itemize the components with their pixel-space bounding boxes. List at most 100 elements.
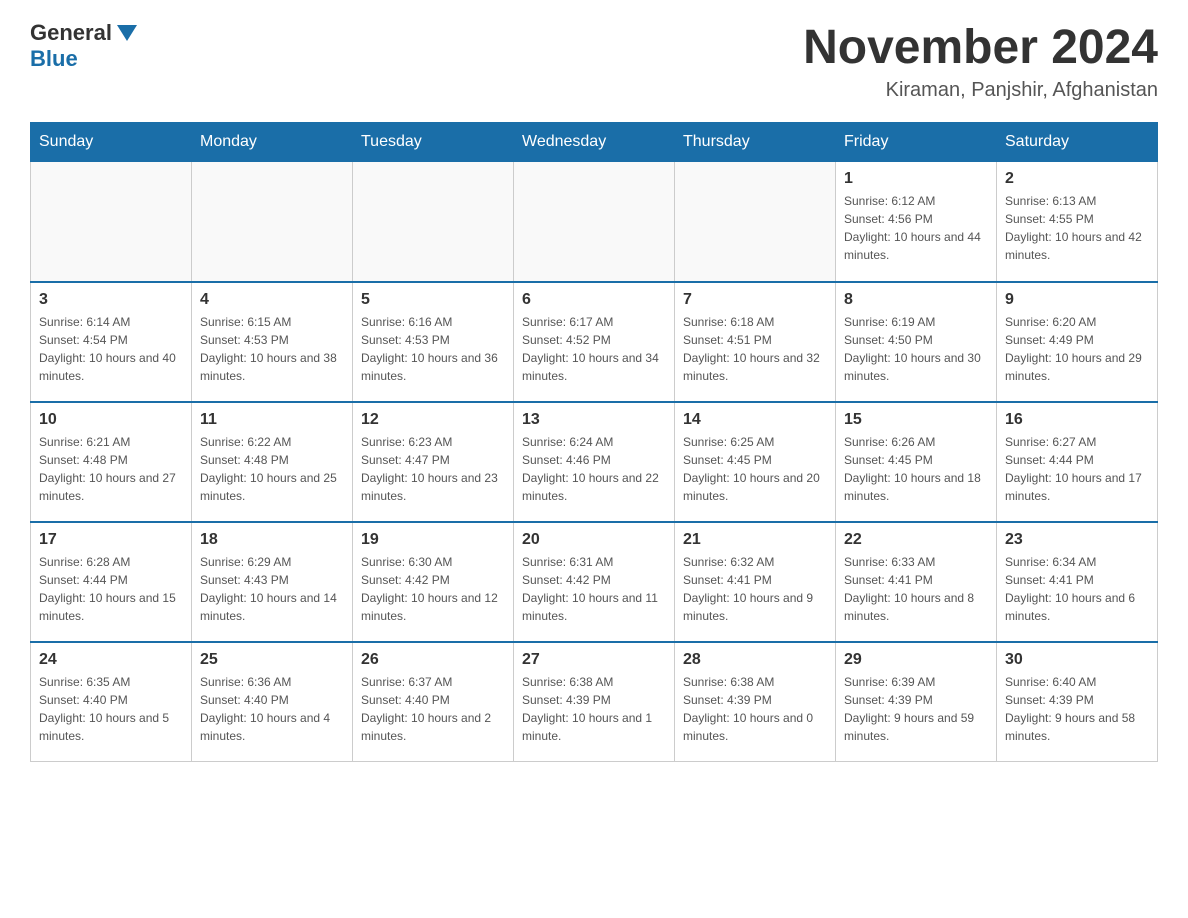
- day-number: 12: [361, 411, 505, 429]
- title-section: November 2024 Kiraman, Panjshir, Afghani…: [803, 20, 1158, 102]
- calendar-day-cell: 26Sunrise: 6:37 AMSunset: 4:40 PMDayligh…: [353, 642, 514, 762]
- calendar-day-cell: 8 Sunrise: 6:19 AMSunset: 4:50 PMDaylight…: [836, 282, 997, 402]
- calendar-week-row: 10Sunrise: 6:21 AMSunset: 4:48 PMDayligh…: [31, 402, 1158, 522]
- calendar-day-cell: 25Sunrise: 6:36 AMSunset: 4:40 PMDayligh…: [192, 642, 353, 762]
- calendar-day-cell: 24 Sunrise: 6:35 AMSunset: 4:40 PMDayligh…: [31, 642, 192, 762]
- day-number: 5: [361, 291, 505, 309]
- day-info: Sunrise: 6:17 AMSunset: 4:52 PMDaylight:…: [522, 313, 666, 385]
- day-number: 7: [683, 291, 827, 309]
- day-number: 19: [361, 531, 505, 549]
- calendar-day-cell: 22 Sunrise: 6:33 AMSunset: 4:41 PMDayligh…: [836, 522, 997, 642]
- day-number: 20: [522, 531, 666, 549]
- day-info: Sunrise: 6:22 AMSunset: 4:48 PMDaylight:…: [200, 433, 344, 505]
- day-info: Sunrise: 6:34 AMSunset: 4:41 PMDaylight:…: [1005, 553, 1149, 625]
- calendar-table: SundayMondayTuesdayWednesdayThursdayFrid…: [30, 122, 1158, 762]
- day-number: 9: [1005, 291, 1149, 309]
- calendar-day-header: Saturday: [997, 123, 1158, 162]
- calendar-day-cell: [192, 162, 353, 282]
- day-number: 24: [39, 651, 183, 669]
- calendar-day-cell: 5 Sunrise: 6:16 AMSunset: 4:53 PMDaylight…: [353, 282, 514, 402]
- calendar-day-cell: 23 Sunrise: 6:34 AMSunset: 4:41 PMDayligh…: [997, 522, 1158, 642]
- day-number: 17: [39, 531, 183, 549]
- location-title: Kiraman, Panjshir, Afghanistan: [803, 79, 1158, 102]
- day-info: Sunrise: 6:35 AMSunset: 4:40 PMDaylight:…: [39, 673, 183, 745]
- calendar-day-cell: 1 Sunrise: 6:12 AMSunset: 4:56 PMDaylight…: [836, 162, 997, 282]
- calendar-day-cell: 9 Sunrise: 6:20 AMSunset: 4:49 PMDaylight…: [997, 282, 1158, 402]
- day-number: 27: [522, 651, 666, 669]
- day-info: Sunrise: 6:25 AMSunset: 4:45 PMDaylight:…: [683, 433, 827, 505]
- day-number: 13: [522, 411, 666, 429]
- day-number: 23: [1005, 531, 1149, 549]
- day-number: 21: [683, 531, 827, 549]
- day-info: Sunrise: 6:39 AMSunset: 4:39 PMDaylight:…: [844, 673, 988, 745]
- day-number: 3: [39, 291, 183, 309]
- day-info: Sunrise: 6:14 AMSunset: 4:54 PMDaylight:…: [39, 313, 183, 385]
- calendar-day-header: Tuesday: [353, 123, 514, 162]
- logo-triangle-icon: [117, 25, 137, 41]
- calendar-header-row: SundayMondayTuesdayWednesdayThursdayFrid…: [31, 123, 1158, 162]
- calendar-day-cell: [675, 162, 836, 282]
- day-info: Sunrise: 6:23 AMSunset: 4:47 PMDaylight:…: [361, 433, 505, 505]
- calendar-week-row: 1 Sunrise: 6:12 AMSunset: 4:56 PMDaylight…: [31, 162, 1158, 282]
- calendar-day-cell: 21Sunrise: 6:32 AMSunset: 4:41 PMDayligh…: [675, 522, 836, 642]
- logo-blue-text: Blue: [30, 46, 78, 72]
- day-info: Sunrise: 6:38 AMSunset: 4:39 PMDaylight:…: [683, 673, 827, 745]
- calendar-day-cell: 17 Sunrise: 6:28 AMSunset: 4:44 PMDayligh…: [31, 522, 192, 642]
- day-number: 4: [200, 291, 344, 309]
- day-number: 10: [39, 411, 183, 429]
- calendar-day-header: Thursday: [675, 123, 836, 162]
- calendar-day-header: Wednesday: [514, 123, 675, 162]
- calendar-day-cell: 18Sunrise: 6:29 AMSunset: 4:43 PMDayligh…: [192, 522, 353, 642]
- day-info: Sunrise: 6:15 AMSunset: 4:53 PMDaylight:…: [200, 313, 344, 385]
- logo-general: General: [30, 20, 137, 46]
- day-number: 1: [844, 170, 988, 188]
- day-info: Sunrise: 6:19 AMSunset: 4:50 PMDaylight:…: [844, 313, 988, 385]
- calendar-week-row: 24 Sunrise: 6:35 AMSunset: 4:40 PMDayligh…: [31, 642, 1158, 762]
- day-number: 29: [844, 651, 988, 669]
- calendar-week-row: 17 Sunrise: 6:28 AMSunset: 4:44 PMDayligh…: [31, 522, 1158, 642]
- day-number: 28: [683, 651, 827, 669]
- day-info: Sunrise: 6:13 AMSunset: 4:55 PMDaylight:…: [1005, 192, 1149, 264]
- day-number: 25: [200, 651, 344, 669]
- calendar-day-cell: 12 Sunrise: 6:23 AMSunset: 4:47 PMDayligh…: [353, 402, 514, 522]
- calendar-day-cell: 15Sunrise: 6:26 AMSunset: 4:45 PMDayligh…: [836, 402, 997, 522]
- day-info: Sunrise: 6:28 AMSunset: 4:44 PMDaylight:…: [39, 553, 183, 625]
- calendar-week-row: 3 Sunrise: 6:14 AMSunset: 4:54 PMDaylight…: [31, 282, 1158, 402]
- calendar-day-cell: 3 Sunrise: 6:14 AMSunset: 4:54 PMDaylight…: [31, 282, 192, 402]
- calendar-day-cell: [514, 162, 675, 282]
- calendar-day-cell: 6 Sunrise: 6:17 AMSunset: 4:52 PMDaylight…: [514, 282, 675, 402]
- calendar-day-header: Sunday: [31, 123, 192, 162]
- day-number: 8: [844, 291, 988, 309]
- day-number: 11: [200, 411, 344, 429]
- day-number: 22: [844, 531, 988, 549]
- day-info: Sunrise: 6:40 AMSunset: 4:39 PMDaylight:…: [1005, 673, 1149, 745]
- day-info: Sunrise: 6:27 AMSunset: 4:44 PMDaylight:…: [1005, 433, 1149, 505]
- day-info: Sunrise: 6:30 AMSunset: 4:42 PMDaylight:…: [361, 553, 505, 625]
- calendar-day-cell: [31, 162, 192, 282]
- calendar-day-cell: 2 Sunrise: 6:13 AMSunset: 4:55 PMDaylight…: [997, 162, 1158, 282]
- day-info: Sunrise: 6:24 AMSunset: 4:46 PMDaylight:…: [522, 433, 666, 505]
- calendar-day-header: Friday: [836, 123, 997, 162]
- month-title: November 2024: [803, 20, 1158, 75]
- calendar-day-cell: 30Sunrise: 6:40 AMSunset: 4:39 PMDayligh…: [997, 642, 1158, 762]
- logo: General Blue: [30, 20, 137, 72]
- day-info: Sunrise: 6:38 AMSunset: 4:39 PMDaylight:…: [522, 673, 666, 745]
- calendar-day-cell: 28 Sunrise: 6:38 AMSunset: 4:39 PMDayligh…: [675, 642, 836, 762]
- day-info: Sunrise: 6:37 AMSunset: 4:40 PMDaylight:…: [361, 673, 505, 745]
- day-info: Sunrise: 6:12 AMSunset: 4:56 PMDaylight:…: [844, 192, 988, 264]
- day-info: Sunrise: 6:20 AMSunset: 4:49 PMDaylight:…: [1005, 313, 1149, 385]
- calendar-day-cell: [353, 162, 514, 282]
- day-info: Sunrise: 6:33 AMSunset: 4:41 PMDaylight:…: [844, 553, 988, 625]
- page-header: General Blue November 2024 Kiraman, Panj…: [30, 20, 1158, 102]
- day-number: 6: [522, 291, 666, 309]
- day-number: 16: [1005, 411, 1149, 429]
- calendar-day-cell: 4 Sunrise: 6:15 AMSunset: 4:53 PMDaylight…: [192, 282, 353, 402]
- calendar-day-cell: 13 Sunrise: 6:24 AMSunset: 4:46 PMDayligh…: [514, 402, 675, 522]
- calendar-day-cell: 27 Sunrise: 6:38 AMSunset: 4:39 PMDayligh…: [514, 642, 675, 762]
- day-info: Sunrise: 6:26 AMSunset: 4:45 PMDaylight:…: [844, 433, 988, 505]
- day-info: Sunrise: 6:16 AMSunset: 4:53 PMDaylight:…: [361, 313, 505, 385]
- day-number: 2: [1005, 170, 1149, 188]
- day-info: Sunrise: 6:31 AMSunset: 4:42 PMDaylight:…: [522, 553, 666, 625]
- calendar-day-cell: 11 Sunrise: 6:22 AMSunset: 4:48 PMDayligh…: [192, 402, 353, 522]
- logo-general-text: General: [30, 20, 112, 46]
